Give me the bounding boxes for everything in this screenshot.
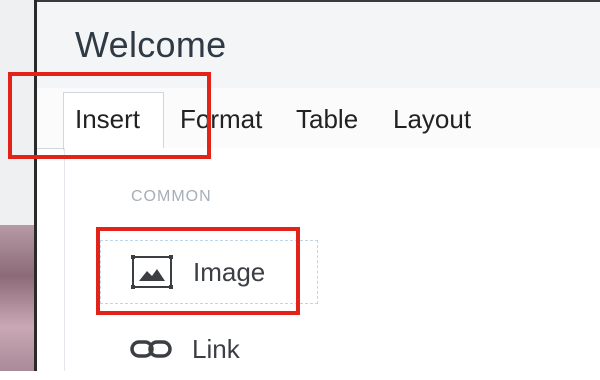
menu-item-link-label: Link: [192, 333, 240, 364]
tab-layout-label: Layout: [393, 104, 472, 134]
link-icon: [128, 329, 174, 369]
background-strip: [0, 0, 34, 371]
tab-table-label: Table: [296, 104, 359, 134]
tab-format[interactable]: Format: [180, 104, 262, 135]
tab-insert-label: Insert: [75, 104, 141, 134]
tab-insert[interactable]: Insert: [75, 104, 140, 135]
page-title: Welcome: [75, 24, 227, 65]
image-icon: [129, 252, 175, 292]
background-photo: [0, 225, 34, 371]
menu-item-image-label: Image: [193, 256, 266, 287]
section-label-common: COMMON: [131, 188, 212, 205]
tab-format-label: Format: [180, 104, 263, 134]
menu-item-image[interactable]: Image: [100, 240, 318, 304]
tab-layout[interactable]: Layout: [393, 104, 471, 135]
tab-table[interactable]: Table: [296, 104, 358, 135]
